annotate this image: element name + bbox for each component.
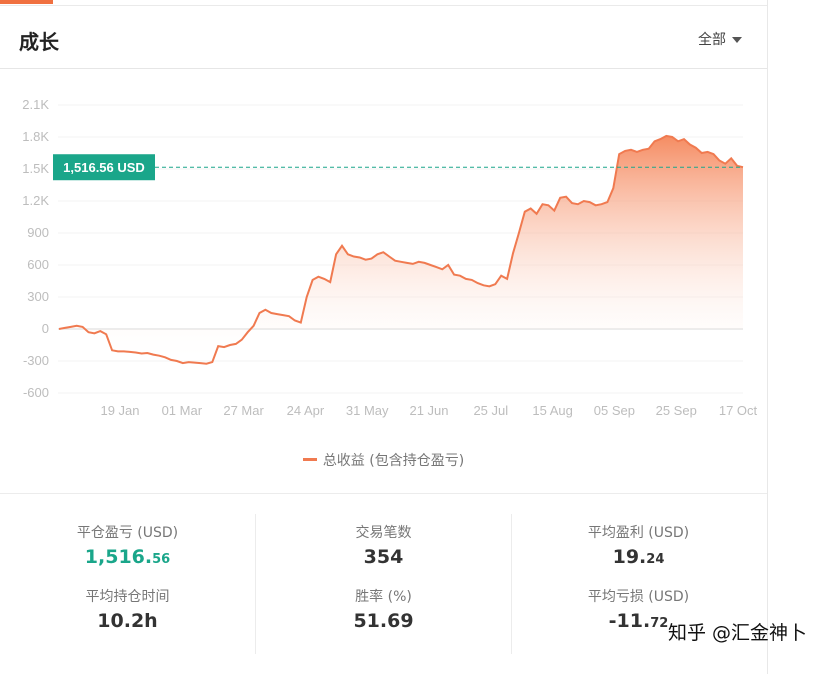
active-tab-indicator <box>0 0 53 4</box>
stat-label: 交易笔数 <box>355 525 412 541</box>
y-tick-label: 1.2K <box>22 193 49 208</box>
y-tick-label: 1.8K <box>22 129 49 144</box>
growth-chart[interactable]: 2.1K 1.8K 1.5K 1.2K 900 600 300 0 -300 -600 19 Ja… <box>0 70 767 440</box>
y-tick-label: -600 <box>23 385 49 400</box>
y-tick-label: 300 <box>27 289 49 304</box>
x-tick-label: 01 Mar <box>162 403 203 418</box>
stat-value: 51.69 <box>353 610 414 632</box>
stat-label: 胜率 (%) <box>355 589 412 605</box>
page-title: 成长 <box>19 30 59 54</box>
y-tick-label: 1.5K <box>22 161 49 176</box>
x-axis: 19 Jan 01 Mar 27 Mar 24 Apr 31 May 21 Jun 25 J… <box>100 403 757 418</box>
x-tick-label: 21 Jun <box>409 403 448 418</box>
card-header: 成长 全部 <box>0 6 767 69</box>
stat-win-rate: 胜率 (%) 51.69 <box>256 586 511 632</box>
y-tick-label: 900 <box>27 225 49 240</box>
y-tick-label: 600 <box>27 257 49 272</box>
current-value-label: 1,516.56 USD <box>63 160 145 175</box>
x-tick-label: 05 Sep <box>594 403 635 418</box>
chart-legend[interactable]: 总收益 (包含持仓盈亏) <box>0 450 767 470</box>
stat-value: 1,516.56 <box>84 546 171 568</box>
stat-closed-pnl: 平仓盈亏 (USD) 1,516.56 <box>0 522 255 568</box>
legend-swatch <box>302 457 317 461</box>
y-axis: 2.1K 1.8K 1.5K 1.2K 900 600 300 0 -300 -600 <box>22 97 49 400</box>
y-tick-label: 0 <box>42 321 49 336</box>
stat-avg-profit: 平均盈利 (USD) 19.24 <box>511 522 766 568</box>
stat-avg-hold-time: 平均持仓时间 10.2h <box>0 586 255 632</box>
x-tick-label: 15 Aug <box>532 403 573 418</box>
x-tick-label: 19 Jan <box>100 403 139 418</box>
stat-value: 10.2h <box>97 610 158 632</box>
x-tick-label: 27 Mar <box>223 403 264 418</box>
stats-column-middle: 交易笔数 354 胜率 (%) 51.69 <box>255 514 512 654</box>
stats-panel: 平仓盈亏 (USD) 1,516.56 平均持仓时间 10.2h 交易笔数 35… <box>0 494 767 674</box>
watermark-text: 知乎 @汇金神卜 <box>668 622 808 644</box>
stat-label: 平均盈利 (USD) <box>587 525 690 541</box>
stat-label: 平仓盈亏 (USD) <box>76 525 179 541</box>
range-filter-label: 全部 <box>698 32 726 48</box>
stats-column-left: 平仓盈亏 (USD) 1,516.56 平均持仓时间 10.2h <box>0 514 255 654</box>
range-filter-dropdown[interactable]: 全部 <box>698 29 742 49</box>
x-tick-label: 17 Oct <box>719 403 758 418</box>
x-tick-label: 25 Sep <box>656 403 697 418</box>
stat-label: 平均亏损 (USD) <box>587 589 690 605</box>
y-tick-label: 2.1K <box>22 97 49 112</box>
current-value-badge: 1,516.56 USD <box>53 154 155 181</box>
y-tick-label: -300 <box>23 353 49 368</box>
stat-value: 354 <box>363 546 404 568</box>
stat-label: 平均持仓时间 <box>85 589 170 605</box>
growth-card: 成长 全部 2.1K 1.8K 1.5K 1.2K 900 600 300 0 -300 -600… <box>0 0 768 674</box>
stat-value: 19.24 <box>612 546 665 568</box>
x-tick-label: 25 Jul <box>473 403 508 418</box>
legend-label: 总收益 (包含持仓盈亏) <box>322 453 465 469</box>
x-tick-label: 24 Apr <box>287 403 325 418</box>
growth-area <box>59 135 743 364</box>
stat-trade-count: 交易笔数 354 <box>256 522 511 568</box>
caret-down-icon <box>732 36 742 43</box>
x-tick-label: 31 May <box>346 403 389 418</box>
